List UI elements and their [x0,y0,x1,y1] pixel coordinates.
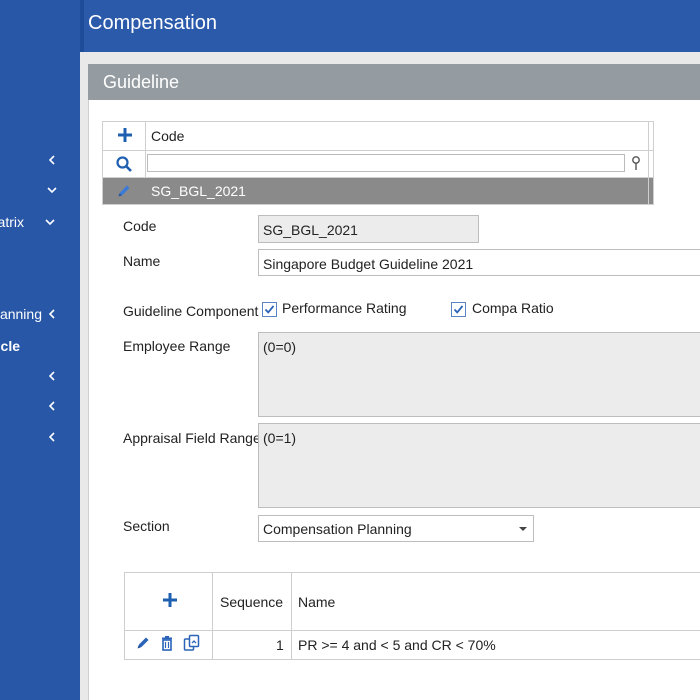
grid-right-divider [648,122,649,204]
table-cell-name: PR >= 4 and < 5 and CR < 70% [298,637,496,653]
check-icon [264,305,275,314]
table-column-divider [212,573,213,659]
sidebar-item-7[interactable] [0,396,80,418]
grid-column-divider [145,122,146,178]
code-label: Code [123,218,157,234]
grid-selected-row[interactable]: SG_BGL_2021 [103,178,653,204]
grid-header-row: Code [103,122,653,151]
employee-range-label: Employee Range [123,338,231,354]
guideline-grid: Code SG_BGL_2021 [102,121,654,205]
chevron-down-icon [45,219,55,226]
column-header-code[interactable]: Code [151,128,184,144]
panel-title: Guideline [103,72,180,92]
chevron-left-icon [48,309,55,319]
app-header: Compensation [80,0,700,52]
edit-icon[interactable] [116,183,132,199]
compa-ratio-checkbox[interactable] [451,302,466,317]
sidebar-item-1[interactable] [0,150,80,172]
grid-filter-row [103,151,653,178]
trash-icon[interactable] [159,635,175,651]
sidebar-item-6[interactable] [0,366,80,388]
sidebar-item-label: cle [0,338,20,354]
chevron-left-icon [48,401,55,411]
page-title: Compensation [88,12,217,34]
name-label: Name [123,253,161,269]
sidebar-item-matrix[interactable]: atrix [0,212,80,234]
pin-icon[interactable] [631,155,641,173]
section-select-value: Compensation Planning [263,521,412,537]
name-field[interactable]: Singapore Budget Guideline 2021 [258,249,700,276]
search-icon[interactable] [115,155,133,173]
sidebar-item-planning[interactable]: anning [0,304,80,326]
sidebar-item-8[interactable] [0,427,80,449]
appraisal-field-range-field[interactable]: (0=1) [258,423,700,508]
chevron-down-icon [47,187,57,194]
chevron-left-icon [48,432,55,442]
add-row-icon[interactable] [162,592,178,608]
column-header-sequence[interactable]: Sequence [220,594,283,610]
column-header-name[interactable]: Name [298,594,335,610]
guideline-items-table: Sequence Name 1 PR >= 4 and < 5 and CR <… [124,572,700,660]
grid-cell-code: SG_BGL_2021 [151,183,246,199]
code-filter-input[interactable] [147,154,625,172]
section-label: Section [123,518,170,534]
table-cell-sequence: 1 [276,637,284,653]
sidebar-item-label: atrix [0,214,24,230]
copy-icon[interactable] [183,634,201,652]
section-select[interactable]: Compensation Planning [258,515,534,542]
performance-rating-label: Performance Rating [282,300,407,316]
add-icon[interactable] [117,127,133,143]
edit-icon[interactable] [135,635,151,651]
compa-ratio-label: Compa Ratio [472,300,554,316]
sidebar-item-label: anning [0,306,42,322]
chevron-left-icon [48,371,55,381]
header-divider [80,0,84,52]
employee-range-field[interactable]: (0=0) [258,332,700,417]
sidebar: atrix anning cle [0,0,80,700]
sidebar-item-2[interactable] [0,180,80,202]
chevron-left-icon [48,155,55,165]
check-icon [453,305,464,314]
guideline-component-label: Guideline Component [123,303,259,319]
chevron-down-icon [519,527,527,531]
appraisal-field-range-label: Appraisal Field Range [123,430,261,446]
panel-header: Guideline [88,64,700,100]
sidebar-item-cycle[interactable]: cle [0,336,80,358]
code-field[interactable]: SG_BGL_2021 [258,215,479,243]
performance-rating-checkbox[interactable] [262,302,277,317]
table-column-divider [291,573,292,659]
